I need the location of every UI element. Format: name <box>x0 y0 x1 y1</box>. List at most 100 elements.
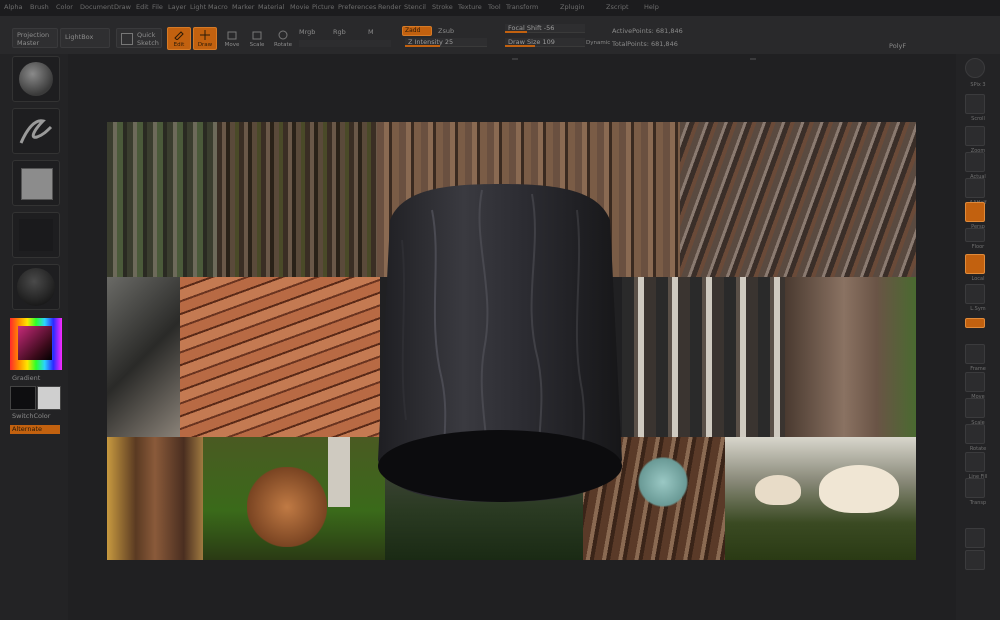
rotate-icon <box>278 30 288 40</box>
scroll-button[interactable] <box>965 94 985 114</box>
menu-brush[interactable]: Brush <box>30 3 49 11</box>
quick-sketch-button[interactable]: Quick Sketch <box>116 28 162 48</box>
material-sphere-icon <box>17 268 55 306</box>
edit-icon <box>174 31 184 41</box>
bark-photo-twisted <box>680 122 916 277</box>
dynamic-button[interactable]: Dynamic <box>586 40 610 46</box>
draw-label: Draw <box>197 42 213 48</box>
edit-label: Edit <box>173 42 185 48</box>
stump-base <box>378 430 622 502</box>
rgb-intensity-slider[interactable] <box>299 40 391 47</box>
bark-photo-ridged <box>217 122 377 277</box>
z-intensity-fill <box>405 45 440 47</box>
switch-color-button[interactable]: SwitchColor <box>12 412 50 420</box>
bark-photo-pine <box>180 277 380 437</box>
menu-zplugin[interactable]: Zplugin <box>560 3 585 11</box>
stroke-selector[interactable] <box>12 108 60 154</box>
stroke-icon <box>19 119 53 144</box>
bark-photo-fungus <box>107 277 180 437</box>
texture-selector[interactable] <box>12 212 60 258</box>
menu-stroke[interactable]: Stroke <box>432 3 453 11</box>
menu-marker[interactable]: Marker <box>232 3 254 11</box>
transp-button[interactable] <box>965 478 985 498</box>
lichen-patch <box>633 457 693 507</box>
menu-zscript[interactable]: Zscript <box>606 3 629 11</box>
mrgb-button[interactable]: Mrgb <box>299 28 315 36</box>
menu-transform[interactable]: Transform <box>506 3 538 11</box>
spix-label[interactable]: SPix 3 <box>958 82 998 88</box>
menu-material[interactable]: Material <box>258 3 284 11</box>
canvas-marker-top <box>512 58 518 60</box>
move-button[interactable]: Move <box>221 27 243 50</box>
menu-bar: Alpha Brush Color Document Draw Edit Fil… <box>0 0 1000 16</box>
m-button[interactable]: M <box>368 28 374 36</box>
zoom-button[interactable] <box>965 126 985 146</box>
z-intensity-slider[interactable]: Z Intensity 25 <box>405 38 487 47</box>
menu-tool[interactable]: Tool <box>488 3 501 11</box>
quick-sketch-label: Quick Sketch <box>137 31 159 47</box>
edit-button[interactable]: Edit <box>167 27 191 50</box>
menu-alpha[interactable]: Alpha <box>4 3 22 11</box>
actual-button[interactable] <box>965 152 985 172</box>
menu-render[interactable]: Render <box>378 3 401 11</box>
local-button[interactable] <box>965 254 985 274</box>
scale-label: Scale <box>249 42 265 48</box>
alpha-thumbnail-icon <box>21 168 53 200</box>
menu-movie[interactable]: Movie <box>290 3 309 11</box>
zsub-button[interactable]: Zsub <box>438 27 454 35</box>
line-fill-button[interactable] <box>965 452 985 472</box>
draw-size-fill <box>505 45 535 47</box>
menu-light[interactable]: Light <box>190 3 206 11</box>
right-shelf: SPix 3 Scroll Zoom Actual AAHalf Persp F… <box>956 54 1000 620</box>
menu-document[interactable]: Document <box>80 3 114 11</box>
lsym-button[interactable] <box>965 284 985 304</box>
projection-master-button[interactable]: Projection Master <box>12 28 58 48</box>
rgb-button[interactable]: Rgb <box>333 28 346 36</box>
alpha-selector[interactable] <box>12 160 60 206</box>
scale-icon <box>252 31 262 40</box>
solo-button[interactable] <box>965 528 985 548</box>
move-view-button[interactable] <box>965 372 985 392</box>
menu-help[interactable]: Help <box>644 3 659 11</box>
total-points-readout: TotalPoints: 681,846 <box>612 40 678 48</box>
polyframe-button[interactable]: PolyF <box>889 42 906 50</box>
alternate-label: Alternate <box>12 425 43 433</box>
scale-button[interactable]: Scale <box>246 27 268 50</box>
draw-button[interactable]: Draw <box>193 27 217 50</box>
menu-texture[interactable]: Texture <box>458 3 482 11</box>
aahalf-button[interactable] <box>965 178 985 198</box>
alternate-button[interactable]: Alternate <box>10 425 60 434</box>
menu-picture[interactable]: Picture <box>312 3 334 11</box>
draw-size-slider[interactable]: Draw Size 109 <box>505 38 585 47</box>
material-selector[interactable] <box>12 264 60 310</box>
bpr-button[interactable] <box>965 58 985 78</box>
main-color-swatch[interactable] <box>10 386 36 410</box>
lightbox-button[interactable]: LightBox <box>60 28 110 48</box>
scale-view-button[interactable] <box>965 398 985 418</box>
frame-button[interactable] <box>965 344 985 364</box>
brush-selector[interactable] <box>12 56 60 102</box>
menu-color[interactable]: Color <box>56 3 73 11</box>
rotate-button[interactable]: Rotate <box>272 27 294 50</box>
color-square[interactable] <box>18 326 52 360</box>
persp-button[interactable] <box>965 202 985 222</box>
zadd-button[interactable]: Zadd <box>402 26 432 36</box>
rotate-view-button[interactable] <box>965 424 985 444</box>
menu-draw[interactable]: Draw <box>114 3 131 11</box>
color-picker[interactable] <box>10 318 62 370</box>
white-mushroom-small <box>755 475 801 505</box>
forest-photo-birch <box>622 277 785 437</box>
menu-macro[interactable]: Macro <box>208 3 228 11</box>
menu-edit[interactable]: Edit <box>136 3 149 11</box>
tree-stump-model[interactable] <box>372 180 628 506</box>
menu-file[interactable]: File <box>152 3 163 11</box>
menu-layer[interactable]: Layer <box>168 3 186 11</box>
xpose-button[interactable] <box>965 550 985 570</box>
menu-preferences[interactable]: Preferences <box>338 3 376 11</box>
floor-button[interactable] <box>965 228 985 242</box>
gradient-label[interactable]: Gradient <box>12 374 40 382</box>
secondary-color-swatch[interactable] <box>37 386 61 410</box>
xyz-button[interactable] <box>965 318 985 328</box>
menu-stencil[interactable]: Stencil <box>404 3 426 11</box>
focal-shift-slider[interactable]: Focal Shift -56 <box>505 24 585 33</box>
